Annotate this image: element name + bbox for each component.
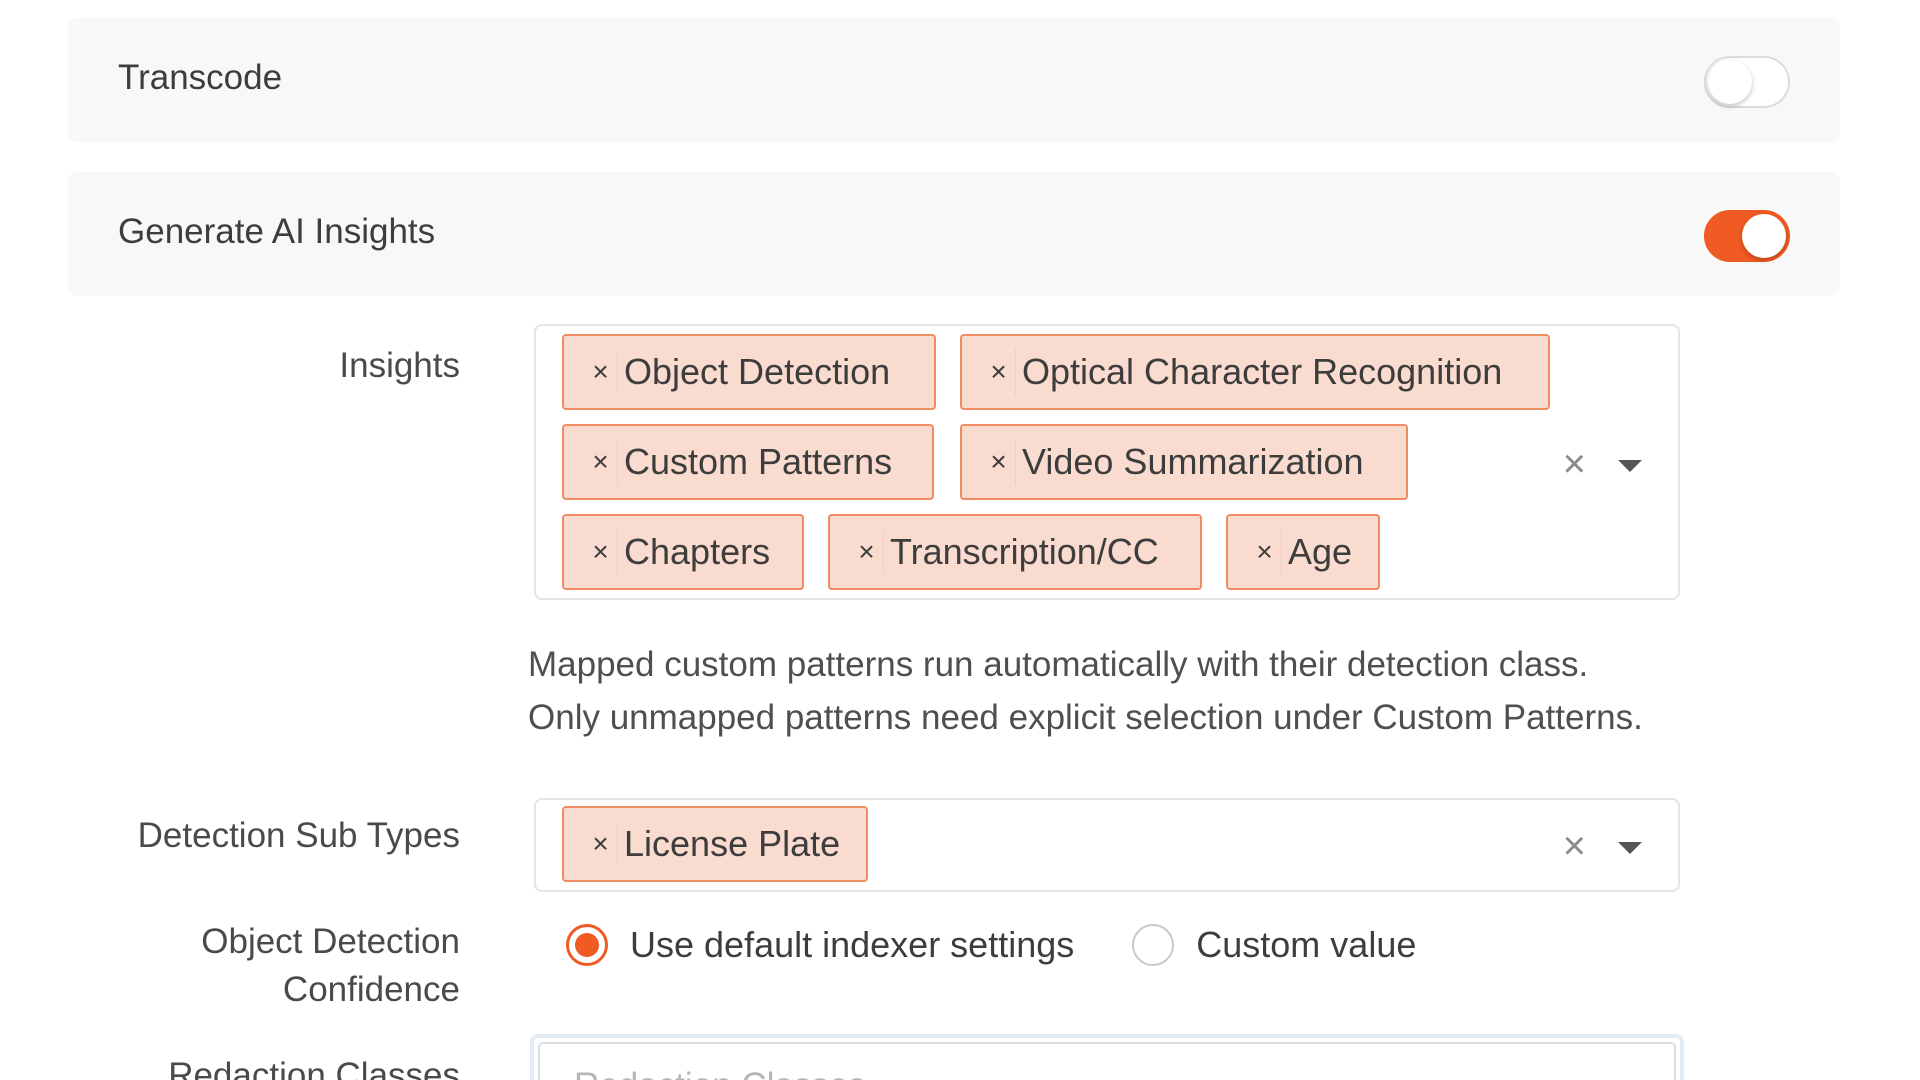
detection-sub-types-multiselect[interactable]: × License Plate × (534, 798, 1680, 892)
radio-button[interactable] (1132, 924, 1175, 966)
detection-sub-types-label: Detection Sub Types (137, 816, 460, 855)
redaction-classes-label: Redaction Classes (168, 1056, 460, 1080)
detection-sub-type-tag: × License Plate (562, 806, 868, 882)
confidence-radio-group: Use default indexer settings Custom valu… (566, 924, 1474, 966)
clear-icon[interactable]: × (1563, 826, 1586, 866)
redaction-select-inner: Redaction Classes (538, 1042, 1676, 1080)
toggle-knob (1742, 214, 1786, 258)
insights-tag: × Video Summarization (960, 424, 1408, 500)
tag-remove-icon[interactable]: × (584, 439, 618, 485)
insights-multiselect[interactable]: × Object Detection × Optical Character R… (534, 324, 1680, 600)
transcode-toggle[interactable] (1704, 56, 1790, 108)
tag-remove-icon[interactable]: × (584, 821, 618, 867)
label-line: Object Detection (201, 922, 460, 961)
label-line: Confidence (282, 970, 460, 1009)
transcode-section: Transcode (68, 18, 1840, 142)
radio-label: Custom value (1196, 924, 1417, 965)
tag-label: Video Summarization (1022, 441, 1364, 482)
chevron-down-icon[interactable] (1618, 842, 1642, 854)
insights-tag: × Chapters (562, 514, 804, 590)
insights-tag: × Age (1226, 514, 1380, 590)
insights-help-text: Mapped custom patterns run automatically… (528, 645, 1643, 737)
redaction-classes-select[interactable]: Redaction Classes (530, 1034, 1684, 1080)
redaction-placeholder: Redaction Classes (574, 1066, 866, 1080)
tag-remove-icon[interactable]: × (982, 439, 1016, 485)
ai-insights-toggle[interactable] (1704, 210, 1790, 262)
ai-insights-section: Generate AI Insights (68, 172, 1840, 296)
transcode-title: Transcode (118, 58, 283, 97)
insights-label: Insights (339, 346, 460, 385)
toggle-knob (1708, 60, 1752, 104)
radio-label: Use default indexer settings (630, 924, 1075, 965)
tag-remove-icon[interactable]: × (850, 529, 884, 575)
tag-remove-icon[interactable]: × (584, 349, 618, 395)
ai-insights-title: Generate AI Insights (118, 212, 436, 251)
radio-button-checked[interactable] (566, 924, 608, 966)
tag-label: Object Detection (624, 351, 891, 392)
insights-tag: × Optical Character Recognition (960, 334, 1550, 410)
chevron-down-icon[interactable] (1618, 460, 1642, 472)
tag-remove-icon[interactable]: × (1248, 529, 1282, 575)
tag-label: Age (1288, 531, 1353, 572)
insights-tag: × Custom Patterns (562, 424, 934, 500)
tag-remove-icon[interactable]: × (982, 349, 1016, 395)
radio-default-indexer[interactable]: Use default indexer settings (566, 924, 1074, 966)
clear-icon[interactable]: × (1563, 444, 1586, 484)
insights-tag: × Object Detection (562, 334, 936, 410)
insights-tag: × Transcription/CC (828, 514, 1202, 590)
tag-label: Custom Patterns (624, 441, 893, 482)
tag-label: License Plate (624, 823, 841, 864)
tag-remove-icon[interactable]: × (584, 529, 618, 575)
tag-label: Transcription/CC (890, 531, 1159, 572)
object-detection-confidence-label: Object Detection Confidence (201, 918, 460, 1014)
tag-label: Chapters (624, 531, 771, 572)
tag-label: Optical Character Recognition (1022, 351, 1503, 392)
radio-custom-value[interactable]: Custom value (1132, 924, 1416, 966)
